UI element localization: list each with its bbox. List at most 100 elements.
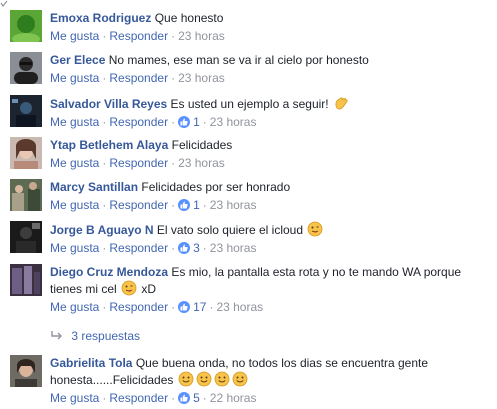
comment-author[interactable]: Marcy Santillan [50,180,138,194]
like-link[interactable]: Me gusta [50,115,99,129]
timestamp[interactable]: 23 horas [210,241,257,255]
separator: · [202,198,207,212]
thumbs-up-icon[interactable] [178,301,191,313]
smiley-emoji [232,371,248,387]
avatar[interactable] [10,137,42,169]
like-count[interactable]: 1 [193,198,200,212]
like-link[interactable]: Me gusta [50,391,99,405]
separator: · [102,198,107,212]
reply-link[interactable]: Responder [109,198,168,212]
reply-link[interactable]: Responder [109,156,168,170]
comment-actions: Me gusta · Responder · 23 horas [50,71,490,85]
comment-author[interactable]: Jorge B Aguayo N [50,223,154,237]
reply-link[interactable]: Responder [109,391,168,405]
smiley-emoji [196,371,212,387]
comment-actions: Me gusta · Responder · 23 horas [50,29,490,43]
comment-text: El vato solo quiere el icloud [156,223,304,237]
like-count[interactable]: 1 [193,115,200,129]
like-count[interactable]: 17 [193,300,206,314]
separator: · [102,391,107,405]
avatar[interactable] [10,355,42,387]
separator: · [171,300,176,314]
replies-count[interactable]: 3 respuestas [71,329,140,343]
separator: · [102,156,107,170]
separator: · [202,115,207,129]
reply-link[interactable]: Responder [109,71,168,85]
reply-arrow-icon [51,331,62,340]
avatar[interactable] [10,52,42,84]
avatar[interactable] [10,10,42,42]
timestamp[interactable]: 23 horas [178,156,225,170]
avatar[interactable] [10,95,42,127]
comment-text: No mames, ese man se va ir al cielo por … [108,53,369,67]
reply-link[interactable]: Responder [109,29,168,43]
timestamp[interactable]: 23 horas [210,115,257,129]
comment-author[interactable]: Ytap Betlehem Alaya [50,138,168,152]
comment-author[interactable]: Gabrielita Tola [50,356,132,370]
waving-hand-emoji [335,97,348,110]
comment-author[interactable]: Salvador Villa Reyes [50,97,167,111]
comment-actions: Me gusta · Responder · 17 · 23 horas [50,300,490,314]
timestamp[interactable]: 23 horas [178,29,225,43]
separator: · [171,198,176,212]
comment-author[interactable]: Emoxa Rodriguez [50,11,151,25]
comment-text-line: Gabrielita Tola Que buena onda, no todos… [50,355,490,388]
comment-actions: Me gusta · Responder · 1 · 23 horas [50,198,490,212]
separator: · [202,241,207,255]
corner-check-icon [0,0,8,8]
thumbs-up-icon[interactable] [178,392,191,404]
like-link[interactable]: Me gusta [50,198,99,212]
like-link[interactable]: Me gusta [50,29,99,43]
separator: · [102,29,107,43]
avatar[interactable] [10,221,42,253]
comment-actions: Me gusta · Responder · 23 horas [50,156,490,170]
timestamp[interactable]: 23 horas [210,198,257,212]
timestamp[interactable]: 22 horas [210,391,257,405]
comment-author[interactable]: Diego Cruz Mendoza [50,265,168,279]
comment-text-line: Ger Elece No mames, ese man se va ir al … [50,52,490,68]
tongue-out-emoji [307,221,323,237]
thumbs-up-icon[interactable] [178,199,191,211]
separator: · [171,391,176,405]
separator: · [171,29,176,43]
comment-text-line: Marcy Santillan Felicidades por ser honr… [50,179,490,195]
comment-actions: Me gusta · Responder · 1 · 23 horas [50,115,490,129]
comment-text-line: Emoxa Rodriguez Que honesto [50,10,490,26]
like-count[interactable]: 5 [193,391,200,405]
separator: · [171,115,176,129]
separator: · [102,300,107,314]
thumbs-up-icon[interactable] [178,116,191,128]
view-replies-link[interactable]: 3 respuestas [50,329,140,343]
comment-author[interactable]: Ger Elece [50,53,105,67]
comment-text-line: Diego Cruz Mendoza Es mio, la pantalla e… [50,264,490,297]
avatar[interactable] [10,179,42,211]
like-link[interactable]: Me gusta [50,71,99,85]
separator: · [171,241,176,255]
separator: · [202,391,207,405]
like-link[interactable]: Me gusta [50,300,99,314]
comment-actions: Me gusta · Responder · 3 · 23 horas [50,241,490,255]
timestamp[interactable]: 23 horas [178,71,225,85]
reply-link[interactable]: Responder [109,300,168,314]
thumbs-up-icon[interactable] [178,242,191,254]
comment-actions: Me gusta · Responder · 5 · 22 horas [50,391,490,405]
separator: · [171,156,176,170]
smiley-emoji [214,371,230,387]
separator: · [171,71,176,85]
separator: · [102,115,107,129]
like-count[interactable]: 3 [193,241,200,255]
separator: · [209,300,214,314]
comment-text: Es usted un ejemplo a seguir! [170,97,329,111]
tongue-out-emoji [121,280,137,296]
reply-link[interactable]: Responder [109,241,168,255]
timestamp[interactable]: 23 horas [216,300,263,314]
like-link[interactable]: Me gusta [50,241,99,255]
comment-text: Felicidades por ser honrado [141,180,291,194]
reply-link[interactable]: Responder [109,115,168,129]
comment-text-suffix: xD [141,282,157,296]
like-link[interactable]: Me gusta [50,156,99,170]
comment-text: Que honesto [154,11,224,25]
separator: · [102,241,107,255]
avatar[interactable] [10,264,42,296]
comment-text-line: Jorge B Aguayo N El vato solo quiere el … [50,221,490,238]
